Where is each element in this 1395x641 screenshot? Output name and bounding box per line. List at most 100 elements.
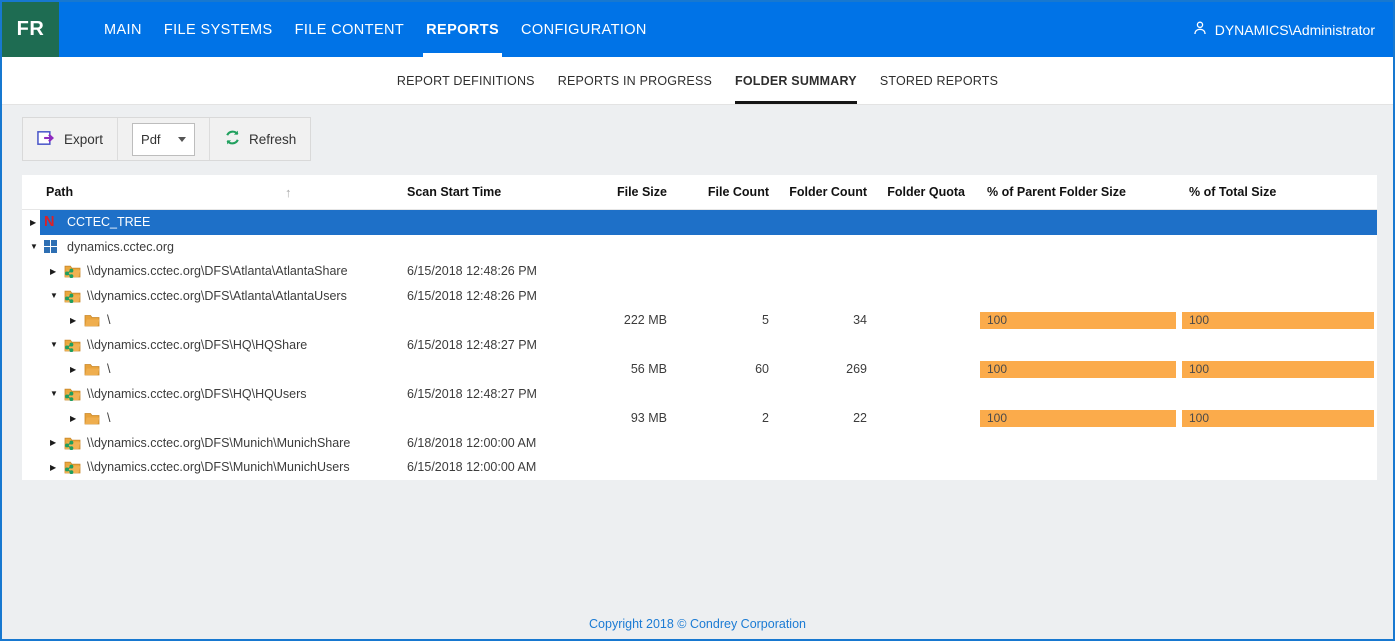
export-format-select[interactable]: Pdf bbox=[132, 123, 195, 156]
path-label: \\dynamics.cctec.org\DFS\Munich\MunichSh… bbox=[87, 436, 350, 450]
expander-icon[interactable]: ▼ bbox=[50, 291, 62, 300]
tab-reports-in-progress[interactable]: REPORTS IN PROGRESS bbox=[558, 57, 712, 104]
column-header-scan-start-time[interactable]: Scan Start Time bbox=[394, 185, 544, 199]
path-cell: ▼ dynamics.cctec.org bbox=[22, 240, 394, 254]
path-label: \\dynamics.cctec.org\DFS\Munich\MunichUs… bbox=[87, 460, 350, 474]
column-header-pct-parent-folder-size[interactable]: % of Parent Folder Size bbox=[977, 185, 1179, 199]
folder-count-cell: 34 bbox=[776, 313, 874, 327]
path-cell: ▼ \\dynamics.cctec.org\DFS\HQ\HQUsers bbox=[22, 387, 394, 401]
path-cell: ▶ N CCTEC_TREE bbox=[22, 215, 394, 230]
table-row[interactable]: ▶ \ 56 MB 60 269 100 100 bbox=[22, 357, 1377, 382]
nav-item-reports[interactable]: REPORTS bbox=[426, 2, 499, 57]
path-cell: ▶ \ bbox=[22, 411, 394, 425]
toolbar: Export Pdf Refresh bbox=[22, 117, 311, 161]
shared-folder-icon bbox=[64, 338, 81, 352]
path-cell: ▶ \\dynamics.cctec.org\DFS\Munich\Munich… bbox=[22, 460, 394, 474]
expander-icon[interactable]: ▶ bbox=[50, 463, 62, 472]
table-row[interactable]: ▶ N CCTEC_TREE bbox=[22, 210, 1377, 235]
scan-start-time-cell: 6/15/2018 12:00:00 AM bbox=[394, 460, 544, 474]
path-label: \ bbox=[107, 362, 110, 376]
table-row[interactable]: ▼ \\dynamics.cctec.org\DFS\HQ\HQShare 6/… bbox=[22, 333, 1377, 358]
path-cell: ▶ \\dynamics.cctec.org\DFS\Atlanta\Atlan… bbox=[22, 264, 394, 278]
path-label: CCTEC_TREE bbox=[67, 215, 150, 229]
pct-total-cell: 100 bbox=[1179, 312, 1377, 329]
nav-item-configuration[interactable]: CONFIGURATION bbox=[521, 2, 647, 57]
folder-count-cell: 269 bbox=[776, 362, 874, 376]
path-label: dynamics.cctec.org bbox=[67, 240, 174, 254]
column-header-folder-count[interactable]: Folder Count bbox=[776, 185, 874, 199]
nav-item-file-content[interactable]: FILE CONTENT bbox=[295, 2, 405, 57]
path-label: \\dynamics.cctec.org\DFS\Atlanta\Atlanta… bbox=[87, 289, 347, 303]
sort-ascending-icon[interactable]: ↑ bbox=[285, 185, 292, 199]
scan-start-time-cell: 6/18/2018 12:00:00 AM bbox=[394, 436, 544, 450]
tab-stored-reports[interactable]: STORED REPORTS bbox=[880, 57, 998, 104]
path-label: \\dynamics.cctec.org\DFS\Atlanta\Atlanta… bbox=[87, 264, 348, 278]
novell-tree-icon: N bbox=[44, 215, 61, 230]
file-size-cell: 56 MB bbox=[544, 362, 674, 376]
column-header-path[interactable]: Path ↑ bbox=[22, 185, 394, 199]
refresh-button[interactable]: Refresh bbox=[224, 129, 296, 149]
nav-item-main[interactable]: MAIN bbox=[104, 2, 142, 57]
table-row[interactable]: ▶ \\dynamics.cctec.org\DFS\Munich\Munich… bbox=[22, 455, 1377, 480]
export-button[interactable]: Export bbox=[37, 130, 103, 149]
pct-total-bar: 100 bbox=[1182, 361, 1374, 378]
pct-parent-cell: 100 bbox=[977, 361, 1179, 378]
path-label: \\dynamics.cctec.org\DFS\HQ\HQShare bbox=[87, 338, 307, 352]
shared-folder-icon bbox=[64, 436, 81, 450]
expander-icon[interactable]: ▼ bbox=[30, 242, 42, 251]
column-header-folder-quota[interactable]: Folder Quota bbox=[874, 185, 977, 199]
column-header-pct-total-size[interactable]: % of Total Size bbox=[1179, 185, 1377, 199]
dropdown-caret-icon bbox=[178, 137, 186, 142]
column-header-file-count[interactable]: File Count bbox=[674, 185, 776, 199]
table-row[interactable]: ▼ dynamics.cctec.org bbox=[22, 235, 1377, 260]
expander-icon[interactable]: ▶ bbox=[70, 414, 82, 423]
path-label: \ bbox=[107, 411, 110, 425]
main-menu: MAIN FILE SYSTEMS FILE CONTENT REPORTS C… bbox=[93, 2, 658, 57]
expander-icon[interactable]: ▶ bbox=[30, 218, 42, 227]
expander-icon[interactable]: ▼ bbox=[50, 389, 62, 398]
folder-summary-table: Path ↑ Scan Start Time File Size File Co… bbox=[22, 175, 1377, 480]
table-header-row: Path ↑ Scan Start Time File Size File Co… bbox=[22, 175, 1377, 210]
expander-icon[interactable]: ▶ bbox=[70, 365, 82, 374]
scan-start-time-cell: 6/15/2018 12:48:26 PM bbox=[394, 289, 544, 303]
export-label: Export bbox=[64, 132, 103, 147]
shared-folder-icon bbox=[64, 289, 81, 303]
table-row[interactable]: ▶ \\dynamics.cctec.org\DFS\Atlanta\Atlan… bbox=[22, 259, 1377, 284]
table-row[interactable]: ▼ \\dynamics.cctec.org\DFS\Atlanta\Atlan… bbox=[22, 284, 1377, 309]
shared-folder-icon bbox=[64, 387, 81, 401]
column-header-file-size[interactable]: File Size bbox=[544, 185, 674, 199]
pct-parent-cell: 100 bbox=[977, 312, 1179, 329]
refresh-icon bbox=[224, 129, 241, 149]
pct-parent-bar: 100 bbox=[980, 410, 1176, 427]
folder-count-cell: 22 bbox=[776, 411, 874, 425]
table-row[interactable]: ▼ \\dynamics.cctec.org\DFS\HQ\HQUsers 6/… bbox=[22, 382, 1377, 407]
table-row[interactable]: ▶ \ 222 MB 5 34 100 100 bbox=[22, 308, 1377, 333]
expander-icon[interactable]: ▶ bbox=[70, 316, 82, 325]
domain-grid-icon bbox=[44, 240, 61, 253]
pct-total-bar: 100 bbox=[1182, 410, 1374, 427]
pct-total-bar: 100 bbox=[1182, 312, 1374, 329]
table-row[interactable]: ▶ \ 93 MB 2 22 100 100 bbox=[22, 406, 1377, 431]
file-count-cell: 60 bbox=[674, 362, 776, 376]
expander-icon[interactable]: ▼ bbox=[50, 340, 62, 349]
expander-icon[interactable]: ▶ bbox=[50, 438, 62, 447]
user-menu[interactable]: DYNAMICS\Administrator bbox=[1192, 2, 1393, 57]
tab-folder-summary[interactable]: FOLDER SUMMARY bbox=[735, 57, 857, 104]
scan-start-time-cell: 6/15/2018 12:48:26 PM bbox=[394, 264, 544, 278]
table-row[interactable]: ▶ \\dynamics.cctec.org\DFS\Munich\Munich… bbox=[22, 431, 1377, 456]
report-tabs: REPORT DEFINITIONS REPORTS IN PROGRESS F… bbox=[2, 57, 1393, 105]
path-cell: ▶ \ bbox=[22, 362, 394, 376]
refresh-label: Refresh bbox=[249, 132, 296, 147]
nav-item-file-systems[interactable]: FILE SYSTEMS bbox=[164, 2, 273, 57]
user-name: DYNAMICS\Administrator bbox=[1215, 22, 1375, 38]
expander-icon[interactable]: ▶ bbox=[50, 267, 62, 276]
scan-start-time-cell: 6/15/2018 12:48:27 PM bbox=[394, 338, 544, 352]
tab-report-definitions[interactable]: REPORT DEFINITIONS bbox=[397, 57, 535, 104]
file-count-cell: 5 bbox=[674, 313, 776, 327]
export-format-value: Pdf bbox=[141, 132, 161, 147]
copyright-notice: Copyright 2018 © Condrey Corporation bbox=[2, 617, 1393, 631]
pct-total-cell: 100 bbox=[1179, 410, 1377, 427]
folder-icon bbox=[84, 314, 101, 327]
pct-parent-cell: 100 bbox=[977, 410, 1179, 427]
top-navigation-bar: FR MAIN FILE SYSTEMS FILE CONTENT REPORT… bbox=[2, 2, 1393, 57]
